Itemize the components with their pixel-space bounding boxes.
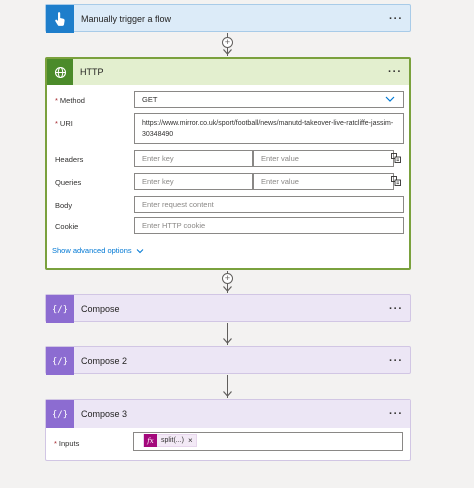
http-title: HTTP: [80, 67, 104, 77]
chevron-down-icon: [136, 248, 143, 253]
method-value: GET: [142, 95, 158, 104]
show-advanced-options-link[interactable]: Show advanced options: [52, 246, 144, 255]
trigger-more-button[interactable]: ···: [382, 13, 410, 25]
compose-3-header[interactable]: {/} Compose 3 ···: [46, 400, 410, 428]
body-placeholder: Enter request content: [142, 200, 214, 209]
globe-icon: [47, 59, 73, 85]
svg-text:{/}: {/}: [53, 305, 67, 315]
hand-touch-icon: [46, 5, 74, 33]
switch-to-text-mode-icon[interactable]: [391, 153, 401, 163]
svg-text:{/}: {/}: [53, 357, 67, 367]
trigger-title: Manually trigger a flow: [81, 14, 172, 24]
http-card[interactable]: HTTP ··· * Method GET * URI https://www.mi…: [45, 57, 411, 270]
function-fx-icon: fx: [144, 434, 157, 447]
queries-value-placeholder: Enter value: [261, 177, 299, 186]
remove-token-button[interactable]: ×: [188, 436, 196, 445]
svg-text:{/}: {/}: [53, 410, 67, 420]
uri-value: https://www.mirror.co.uk/sport/football/…: [142, 120, 394, 138]
expression-token-label: split(...): [161, 437, 184, 444]
switch-to-text-mode-icon[interactable]: [391, 176, 401, 186]
compose-braces-icon: {/}: [46, 295, 74, 323]
insert-step-plus-icon[interactable]: +: [222, 37, 233, 48]
body-label: Body: [55, 200, 73, 210]
compose-card[interactable]: {/} Compose ···: [45, 294, 411, 323]
headers-value-input[interactable]: Enter value: [253, 150, 394, 167]
inputs-label-text: Inputs: [58, 438, 80, 448]
method-label: * Method: [55, 95, 85, 105]
headers-key-input[interactable]: Enter key: [134, 150, 253, 167]
arrow-down-icon: [223, 49, 232, 55]
flow-canvas: Manually trigger a flow ··· + HTTP ··· *…: [0, 0, 474, 488]
compose-more-button[interactable]: ···: [382, 303, 410, 315]
compose-2-card[interactable]: {/} Compose 2 ···: [45, 346, 411, 375]
compose-braces-icon: {/}: [46, 400, 74, 428]
method-label-text: Method: [59, 95, 85, 105]
trigger-card[interactable]: Manually trigger a flow ···: [45, 4, 411, 33]
compose-2-header[interactable]: {/} Compose 2 ···: [46, 347, 410, 375]
uri-input[interactable]: https://www.mirror.co.uk/sport/football/…: [134, 113, 404, 144]
show-advanced-options-label: Show advanced options: [52, 246, 132, 255]
compose-2-title: Compose 2: [81, 356, 128, 366]
queries-value-input[interactable]: Enter value: [253, 173, 394, 190]
compose-braces-icon: {/}: [46, 347, 74, 375]
insert-step-plus-icon[interactable]: +: [222, 273, 233, 284]
chevron-down-icon: [385, 96, 395, 102]
body-input[interactable]: Enter request content: [134, 196, 404, 213]
http-header[interactable]: HTTP ···: [47, 59, 409, 85]
compose-3-card[interactable]: {/} Compose 3 ··· *Inputs fx split(...) …: [45, 399, 411, 461]
cookie-label: Cookie: [55, 221, 79, 231]
queries-label: Queries: [55, 177, 82, 187]
expression-token[interactable]: fx split(...) ×: [143, 434, 197, 447]
method-select[interactable]: GET: [134, 91, 404, 108]
headers-key-placeholder: Enter key: [142, 154, 174, 163]
inputs-label: * Inputs: [54, 438, 80, 448]
compose-3-more-button[interactable]: ···: [382, 408, 410, 420]
cookie-input[interactable]: Enter HTTP cookie: [134, 217, 404, 234]
uri-label: * URI: [55, 118, 73, 128]
trigger-header[interactable]: Manually trigger a flow ···: [46, 5, 410, 33]
headers-label: Headers: [55, 154, 84, 164]
compose-2-more-button[interactable]: ···: [382, 355, 410, 367]
arrow-down-icon: [223, 391, 232, 397]
compose-title: Compose: [81, 304, 120, 314]
arrow-down-icon: [223, 286, 232, 292]
compose-header[interactable]: {/} Compose ···: [46, 295, 410, 323]
cookie-placeholder: Enter HTTP cookie: [142, 221, 206, 230]
headers-value-placeholder: Enter value: [261, 154, 299, 163]
queries-key-input[interactable]: Enter key: [134, 173, 253, 190]
compose-3-title: Compose 3: [81, 409, 128, 419]
http-more-button[interactable]: ···: [381, 66, 409, 78]
inputs-field[interactable]: fx split(...) ×: [133, 432, 403, 451]
queries-key-placeholder: Enter key: [142, 177, 174, 186]
arrow-down-icon: [223, 338, 232, 344]
uri-label-text: URI: [59, 118, 73, 128]
